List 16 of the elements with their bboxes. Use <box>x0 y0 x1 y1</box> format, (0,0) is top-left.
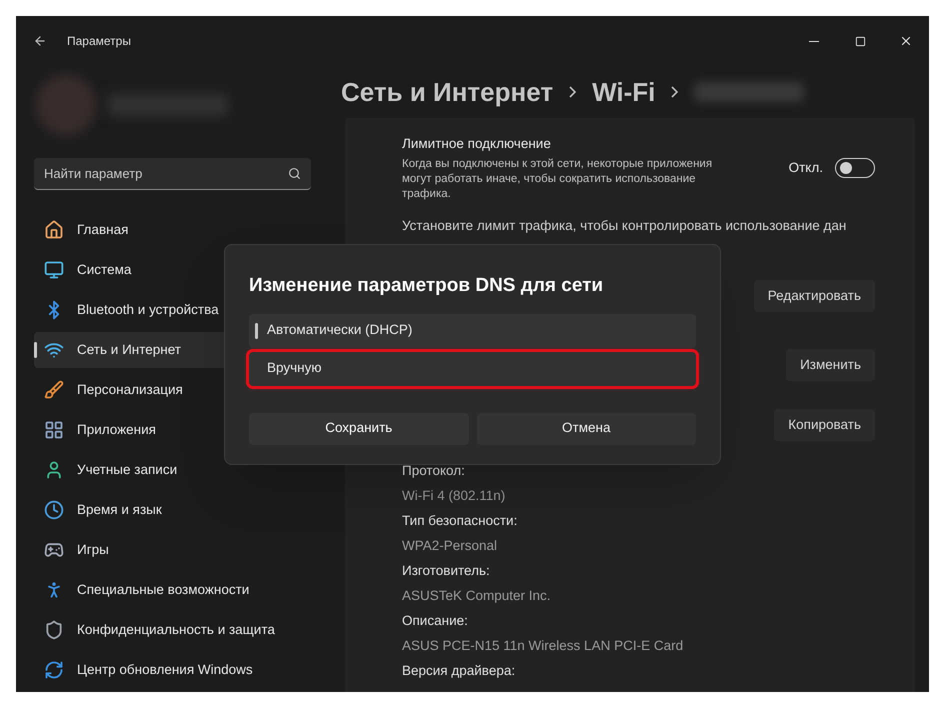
setting-description: Когда вы подключены к этой сети, некоторые приложения могут работать иначе, чтобы сократить использование трафика. <box>402 156 714 202</box>
data-limit-text: Установите лимит трафика, чтобы контролировать использование дан <box>402 217 848 235</box>
property-value: ASUS PCE-N15 11n Wireless LAN PCI-E Card <box>402 637 684 656</box>
property-label: Изготовитель: <box>402 562 491 580</box>
property-value: WPA2-Personal <box>402 537 498 556</box>
breadcrumb-item: Wi-Fi <box>592 76 656 108</box>
window-title: Параметры <box>67 33 131 50</box>
property-label: Версия драйвера: <box>402 662 516 680</box>
property-label: Тип безопасности: <box>402 512 518 530</box>
setting-title: Лимитное подключение <box>402 135 552 154</box>
dialog-title: Изменение параметров DNS для сети <box>249 274 604 298</box>
toggle-state-label: Откл. <box>788 158 823 177</box>
property-value: ASUSTeK Computer Inc. <box>402 587 552 606</box>
property-label: Протокол: <box>402 462 466 480</box>
property-value: Wi-Fi 4 (802.11n) <box>402 487 506 506</box>
property-label: Описание: <box>402 612 469 630</box>
